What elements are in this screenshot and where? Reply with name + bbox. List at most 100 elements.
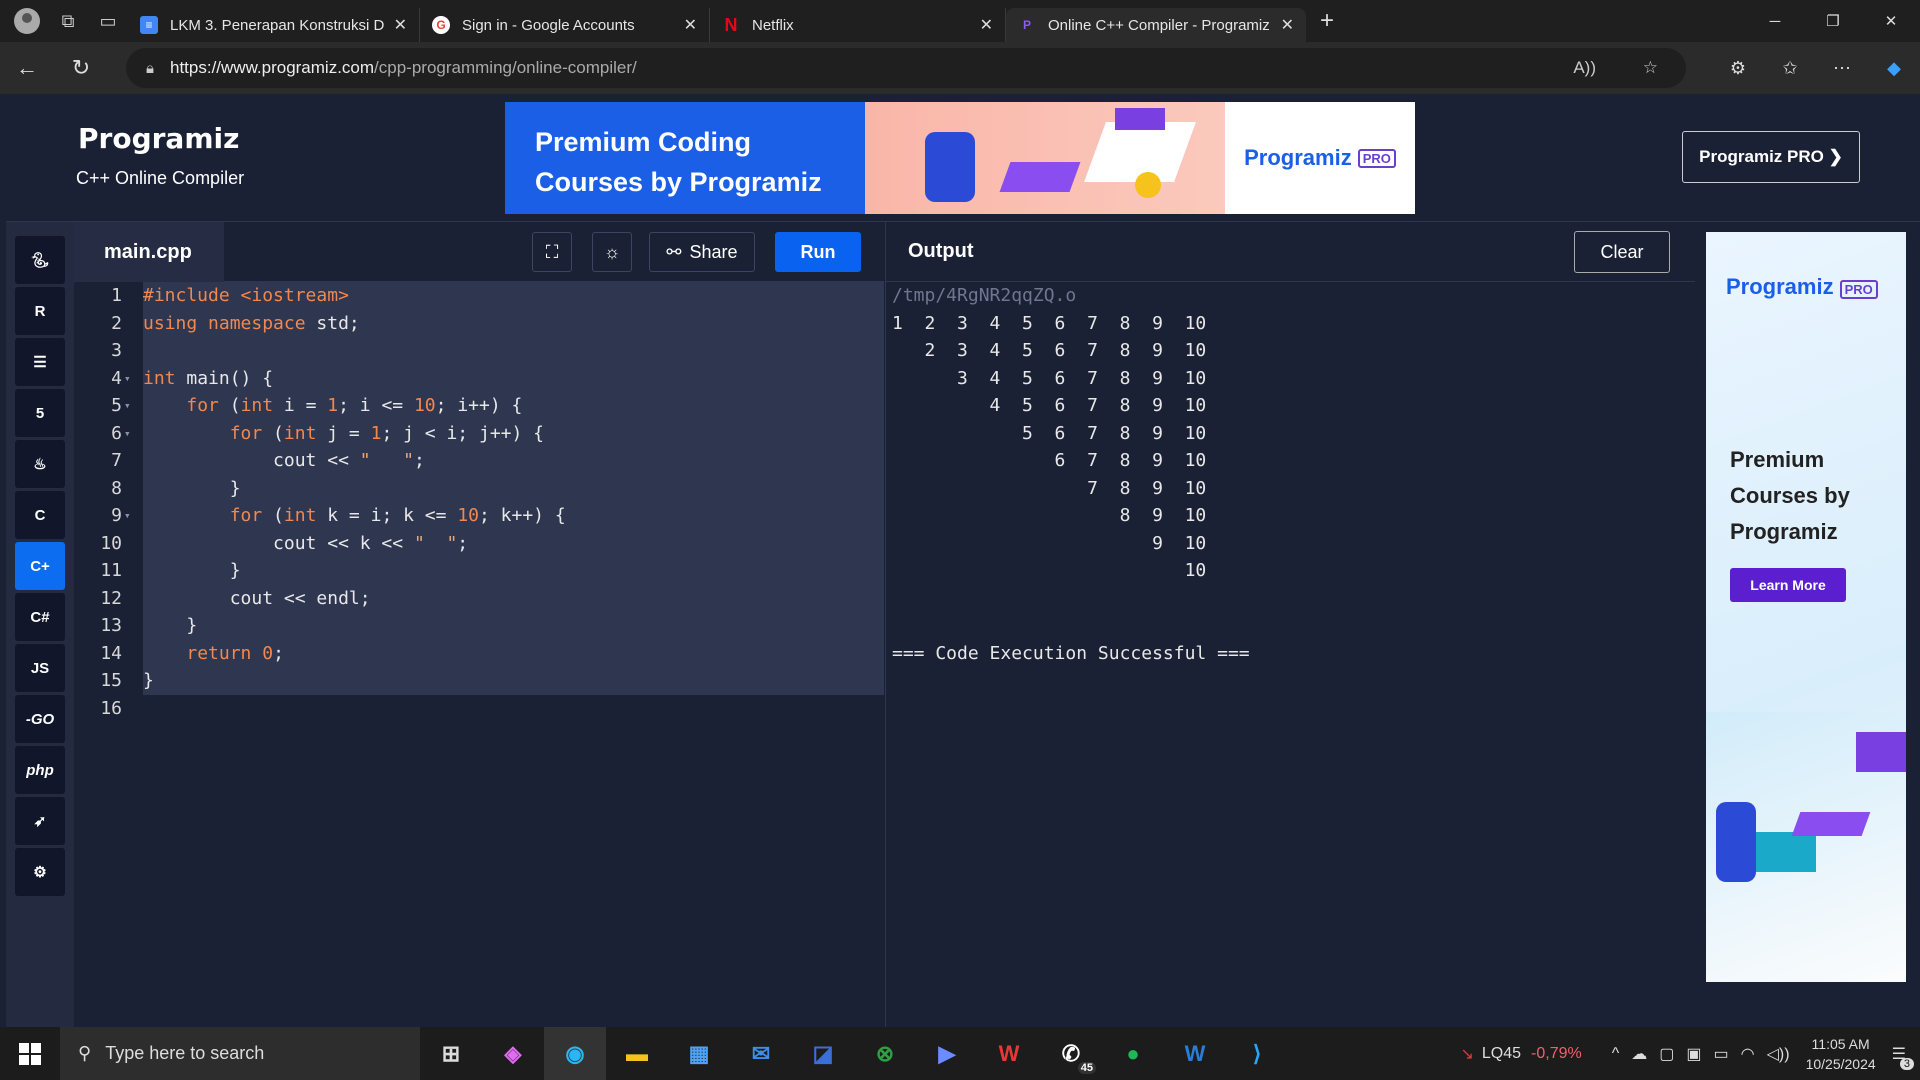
output-line: 6 7 8 9 10 [892,450,1207,471]
csharp-icon[interactable]: C# [15,593,65,641]
line-number: 2 [111,312,122,334]
read-aloud-icon[interactable]: A)) [1573,58,1596,78]
battery-icon[interactable]: ▭ [1714,1044,1729,1064]
language-sidebar: 🐍︎ R ☰ 5 ♨ C C+ C# JS -GO php ➶ ⚙ [6,222,74,1027]
swift-icon[interactable]: ➶ [15,797,65,845]
output-line: 3 4 5 6 7 8 9 10 [892,367,1207,389]
js-icon[interactable]: JS [15,644,65,692]
wps-icon[interactable]: W [978,1027,1040,1080]
task-view-icon[interactable]: ⊞ [420,1027,482,1080]
go-icon[interactable]: -GO [15,695,65,743]
banner-illustration [865,102,1225,214]
whatsapp-icon[interactable]: ✆ 45 [1040,1027,1102,1080]
new-tab-button[interactable]: + [1320,7,1334,35]
back-icon[interactable]: ← [0,55,54,81]
vscode-icon[interactable]: ⟩ [1226,1027,1288,1080]
tab-netflix[interactable]: N Netflix ✕ [710,8,1006,42]
line-number: 9 [111,505,122,526]
word-icon[interactable]: W [1164,1027,1226,1080]
output-line: 8 9 10 [892,505,1207,526]
c-icon[interactable]: C [15,491,65,539]
windows-start-icon[interactable] [0,1042,60,1065]
more-icon[interactable]: ⋯ [1816,58,1868,79]
restore-icon[interactable]: ❐ [1804,0,1862,42]
python-icon[interactable]: 🐍︎ [15,236,65,284]
onedrive-icon[interactable]: ☁ [1631,1044,1647,1064]
output-line: 2 3 4 5 6 7 8 9 10 [892,340,1207,361]
edge-icon[interactable]: ◉ [544,1027,606,1080]
notification-icon[interactable]: ☰ 3 [1892,1044,1914,1070]
favorites-icon[interactable]: ✩ [1764,58,1816,79]
programiz-icon: P [1022,18,1031,32]
word-wide-icon[interactable]: ◪ [792,1027,854,1080]
meet-icon[interactable]: ▢ [1659,1044,1674,1064]
tab-lkm[interactable]: ≡ LKM 3. Penerapan Konstruksi Das ✕ [128,8,420,42]
url-field[interactable]: 🔒︎ https://www.programiz.com/cpp-program… [126,48,1686,88]
programiz-pro-button[interactable]: Programiz PRO ❯ [1682,131,1860,183]
windows-taskbar: ⚲ Type here to search ⊞ ◈ ◉ ▬ ▦ ✉ ◪ ⊗ ▶ … [0,1027,1920,1080]
close-icon[interactable]: ✕ [980,15,993,35]
mail-icon[interactable]: ✉ [730,1027,792,1080]
wifi-icon[interactable]: ◠ [1741,1044,1755,1064]
fold-icon[interactable]: ▾ [124,420,131,448]
code-line: } [143,477,241,499]
close-icon[interactable]: ✕ [684,15,697,35]
close-window-icon[interactable]: ✕ [1862,0,1920,42]
search-icon: ⚲ [78,1043,92,1063]
copilot-taskbar-icon[interactable]: ◈ [482,1027,544,1080]
tab-programiz[interactable]: P Online C++ Compiler - Programiz ✕ [1006,8,1306,42]
close-icon[interactable]: ✕ [394,15,407,35]
sql-icon[interactable]: ☰ [15,338,65,386]
code-line: } [143,670,154,691]
clock[interactable]: 11:05 AM 10/25/2024 [1806,1034,1876,1074]
code-line: } [143,560,241,581]
display-icon[interactable]: ▣ [1686,1044,1701,1064]
fold-icon[interactable]: ▾ [124,502,131,530]
share-button[interactable]: ⚯ Share [649,232,755,272]
volume-icon[interactable]: ◁)) [1767,1044,1790,1064]
side-advertisement[interactable]: Programiz PRO Premium Courses by Programiz … [1706,232,1906,982]
workspaces-icon[interactable]: ⧉ [48,0,88,42]
tab-google-accounts[interactable]: G Sign in - Google Accounts ✕ [420,8,710,42]
fold-icon[interactable]: ▾ [124,365,131,393]
r-icon[interactable]: R [15,287,65,335]
favorite-icon[interactable]: ☆ [1643,58,1658,78]
xbox-icon[interactable]: ⊗ [854,1027,916,1080]
learn-more-button[interactable]: Learn More [1730,568,1846,602]
php-icon[interactable]: php [15,746,65,794]
fullscreen-icon[interactable]: ⛶ [532,232,572,272]
store-icon[interactable]: ▦ [668,1027,730,1080]
output-line: 9 10 [892,532,1207,554]
tab-actions-icon[interactable]: ▭ [88,0,128,42]
html-icon[interactable]: 5 [15,389,65,437]
refresh-icon[interactable]: ↻ [54,55,108,81]
rust-icon[interactable]: ⚙ [15,848,65,896]
stock-chart-icon: ↘ [1460,1045,1474,1063]
java-icon[interactable]: ♨ [15,440,65,488]
spotify-icon[interactable]: ● [1102,1027,1164,1080]
extensions-icon[interactable]: ⚙ [1712,58,1764,79]
programiz-logo[interactable]: Programiz [78,122,239,155]
ad-banner[interactable]: Premium Coding Courses by Programiz Progr… [505,102,1415,214]
file-tab[interactable]: main.cpp [74,222,224,282]
copilot-icon[interactable]: ◆ [1868,58,1920,79]
output-line: 7 8 9 10 [892,477,1207,499]
line-number: 15 [100,670,122,691]
line-number: 1 [111,285,122,306]
profile-avatar[interactable] [14,8,40,34]
editor-toolbar: main.cpp ⛶ ☼ ⚯ Share Run [74,222,884,282]
file-explorer-icon[interactable]: ▬ [606,1027,668,1080]
clipchamp-icon[interactable]: ▶ [916,1027,978,1080]
clear-button[interactable]: Clear [1574,231,1670,273]
code-editor[interactable]: 1 #include <iostream> 2 using namespace st… [74,282,884,1027]
fold-icon[interactable]: ▾ [124,392,131,420]
run-button[interactable]: Run [775,232,861,272]
execution-status: === Code Execution Successful === [892,642,1250,664]
theme-toggle-icon[interactable]: ☼ [592,232,632,272]
taskbar-search[interactable]: ⚲ Type here to search [60,1027,420,1080]
close-icon[interactable]: ✕ [1281,15,1294,35]
show-hidden-icons[interactable]: ^ [1612,1045,1620,1063]
code-line: cout << " "; [143,450,425,471]
minimize-icon[interactable]: ─ [1746,0,1804,42]
cpp-icon[interactable]: C+ [15,542,65,590]
